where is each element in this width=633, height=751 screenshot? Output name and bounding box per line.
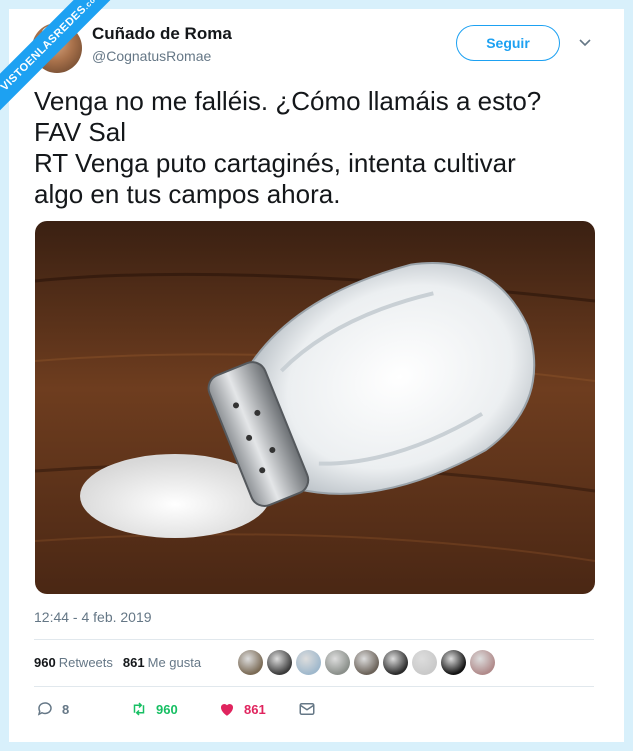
divider (34, 686, 594, 687)
retweets-stat[interactable]: 960 Retweets (34, 655, 113, 670)
liker-avatar[interactable] (412, 650, 437, 675)
liker-avatar[interactable] (354, 650, 379, 675)
liker-avatar[interactable] (296, 650, 321, 675)
retweet-button[interactable]: 960 (130, 700, 218, 718)
tweet-text: Venga no me falléis. ¿Cómo llamáis a est… (34, 86, 604, 210)
tweet-actions: 8 960 861 (36, 700, 316, 718)
likers-avatars (238, 650, 495, 675)
heart-icon (220, 703, 234, 716)
like-button[interactable]: 861 (218, 700, 298, 718)
watermark-suffix: .com (81, 0, 103, 12)
likes-stat[interactable]: 861 Me gusta (123, 655, 201, 670)
reply-button[interactable]: 8 (36, 700, 130, 718)
envelope-icon (299, 703, 315, 715)
reply-icon (37, 702, 52, 716)
tweet-line: algo en tus campos ahora. (34, 179, 341, 209)
tweet-line: FAV Sal (34, 117, 127, 147)
follow-button[interactable]: Seguir (456, 25, 560, 61)
salt-shaker-photo (35, 221, 595, 594)
chevron-down-icon[interactable] (578, 36, 592, 50)
divider (34, 639, 594, 640)
liker-avatar[interactable] (470, 650, 495, 675)
liker-avatar[interactable] (267, 650, 292, 675)
tweet-stats: 960 Retweets 861 Me gusta (34, 655, 201, 670)
like-count: 861 (244, 701, 266, 717)
tweet-line: Venga no me falléis. ¿Cómo llamáis a est… (34, 86, 542, 116)
tweet-line: RT Venga puto cartaginés, intenta cultiv… (34, 148, 516, 178)
tweet-photo[interactable] (35, 221, 595, 594)
retweet-count: 960 (156, 701, 178, 717)
author-name[interactable]: Cuñado de Roma (92, 24, 232, 44)
liker-avatar[interactable] (325, 650, 350, 675)
liker-avatar[interactable] (383, 650, 408, 675)
liker-avatar[interactable] (441, 650, 466, 675)
retweet-icon (133, 702, 145, 716)
author-handle[interactable]: @CognatusRomae (92, 48, 211, 64)
reply-count: 8 (62, 701, 70, 717)
message-button[interactable] (298, 700, 316, 718)
tweet-timestamp[interactable]: 12:44 - 4 feb. 2019 (34, 609, 152, 625)
liker-avatar[interactable] (238, 650, 263, 675)
